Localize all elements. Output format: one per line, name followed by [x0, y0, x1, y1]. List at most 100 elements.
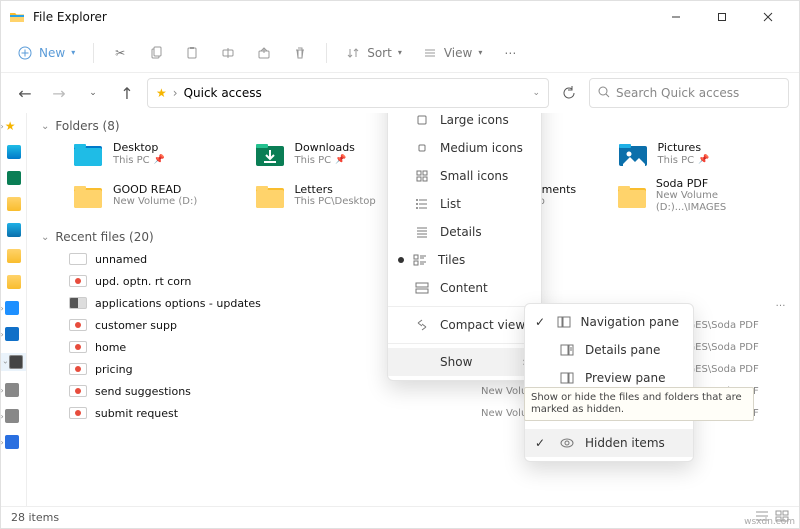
- refresh-button[interactable]: [555, 79, 583, 107]
- share-button[interactable]: [250, 41, 278, 65]
- sidebar-item[interactable]: [7, 249, 21, 263]
- folder-item[interactable]: Pictures This PC 📌: [614, 137, 788, 171]
- cut-button[interactable]: ✂: [106, 41, 134, 65]
- check-icon: ✓: [535, 315, 547, 329]
- delete-icon: [292, 45, 308, 61]
- folder-icon: [616, 181, 648, 211]
- tiles-icon: [412, 252, 428, 268]
- show-submenu-trigger[interactable]: Show›: [388, 348, 541, 376]
- folder-name: Soda PDF: [656, 177, 785, 190]
- sm-icon: [414, 168, 430, 184]
- tree-sidebar-collapsed[interactable]: ›★ › › › › › ›: [1, 113, 27, 506]
- view-button[interactable]: View ▾: [416, 41, 489, 65]
- folder-item[interactable]: GOOD READ New Volume (D:): [69, 175, 243, 216]
- lg-icon: [414, 113, 430, 128]
- check-icon: ✓: [535, 436, 549, 450]
- compact-icon: [414, 317, 430, 333]
- folder-location: This PC 📌: [658, 155, 710, 167]
- network-icon[interactable]: [5, 435, 19, 449]
- chevron-down-icon: ▾: [71, 48, 75, 57]
- show-submenu: ✓Navigation paneDetails panePreview pane…: [524, 303, 694, 462]
- drive-icon[interactable]: [5, 409, 19, 423]
- details-icon: [414, 224, 430, 240]
- star-icon: ★: [5, 119, 16, 133]
- this-pc-icon[interactable]: [9, 355, 23, 369]
- md-icon: [414, 140, 430, 156]
- pane-icon: [557, 314, 571, 330]
- folder-icon: [71, 139, 105, 169]
- folder-location: New Volume (D:): [113, 196, 197, 208]
- show-option[interactable]: ✓Navigation pane: [525, 308, 693, 336]
- more-icon: ⋯: [502, 45, 518, 61]
- chevron-down-icon: ⌄: [41, 121, 49, 132]
- sidebar-item[interactable]: [7, 223, 21, 237]
- folder-name: GOOD READ: [113, 183, 197, 196]
- folder-icon: [253, 139, 287, 169]
- paste-button[interactable]: [178, 41, 206, 65]
- drive-icon[interactable]: [5, 383, 19, 397]
- recent-locations-button[interactable]: ⌄: [79, 79, 107, 107]
- window-title: File Explorer: [33, 10, 107, 24]
- pin-icon: 📌: [154, 155, 165, 166]
- address-bar[interactable]: ★ › Quick access ⌄: [147, 78, 549, 108]
- watermark: wsxdn.com: [744, 517, 795, 527]
- address-text: Quick access: [184, 86, 262, 100]
- new-button[interactable]: New ▾: [11, 41, 81, 65]
- folder-name: Downloads: [295, 141, 355, 154]
- compact-view-option[interactable]: Compact view: [388, 311, 541, 339]
- onedrive-icon[interactable]: [5, 327, 19, 341]
- file-icon: [69, 253, 87, 265]
- folder-icon: [71, 181, 105, 211]
- view-option-list[interactable]: List: [388, 190, 541, 218]
- more-button[interactable]: ⋯: [496, 41, 524, 65]
- sidebar-item[interactable]: [7, 197, 21, 211]
- folder-name: Letters: [295, 183, 376, 196]
- forward-button[interactable]: →: [45, 79, 73, 107]
- folder-location: This PC\Desktop: [295, 196, 376, 208]
- file-icon: [69, 363, 87, 375]
- folder-item[interactable]: Desktop This PC 📌: [69, 137, 243, 171]
- view-option-sm[interactable]: Small icons: [388, 162, 541, 190]
- folder-location: This PC 📌: [113, 155, 165, 167]
- eye-icon: [559, 435, 575, 451]
- dropbox-icon[interactable]: [5, 301, 19, 315]
- command-bar: New ▾ ✂ Sort ▾ View ▾ ⋯: [1, 33, 799, 73]
- back-button[interactable]: ←: [11, 79, 39, 107]
- file-icon: [69, 385, 87, 397]
- view-option-tiles[interactable]: Tiles: [388, 246, 541, 274]
- maximize-button[interactable]: [699, 1, 745, 33]
- content-pane: ⌄ Folders (8) Desktop This PC 📌 Download…: [27, 113, 799, 506]
- sort-icon: [345, 45, 361, 61]
- file-icon: [69, 319, 87, 331]
- pane-icon: [559, 342, 575, 358]
- sort-button[interactable]: Sort ▾: [339, 41, 408, 65]
- search-input[interactable]: Search Quick access: [589, 78, 789, 108]
- file-icon: [69, 275, 87, 287]
- rename-button[interactable]: [214, 41, 242, 65]
- folder-location: This PC 📌: [295, 155, 355, 167]
- up-button[interactable]: ↑: [113, 79, 141, 107]
- chevron-down-icon[interactable]: ⌄: [532, 88, 540, 98]
- view-option-details[interactable]: Details: [388, 218, 541, 246]
- hidden-items-tooltip: Show or hide the files and folders that …: [524, 387, 754, 421]
- folder-item[interactable]: Soda PDF New Volume (D:)...\IMAGES: [614, 175, 788, 216]
- sidebar-item[interactable]: [7, 171, 21, 185]
- view-option-lg[interactable]: Large icons: [388, 113, 541, 134]
- search-icon: [598, 86, 610, 101]
- delete-button[interactable]: [286, 41, 314, 65]
- new-icon: [17, 45, 33, 61]
- view-option-md[interactable]: Medium icons: [388, 134, 541, 162]
- folder-icon: [616, 139, 650, 169]
- view-option-content[interactable]: Content: [388, 274, 541, 302]
- hidden-items-option[interactable]: ✓Hidden items: [525, 429, 693, 457]
- minimize-button[interactable]: [653, 1, 699, 33]
- sidebar-item[interactable]: [7, 275, 21, 289]
- file-name: send suggestions: [95, 385, 441, 398]
- view-icon: [422, 45, 438, 61]
- share-icon: [256, 45, 272, 61]
- sidebar-item[interactable]: [7, 145, 21, 159]
- close-button[interactable]: [745, 1, 791, 33]
- show-option[interactable]: Details pane: [525, 336, 693, 364]
- copy-button[interactable]: [142, 41, 170, 65]
- cut-icon: ✂: [112, 45, 128, 61]
